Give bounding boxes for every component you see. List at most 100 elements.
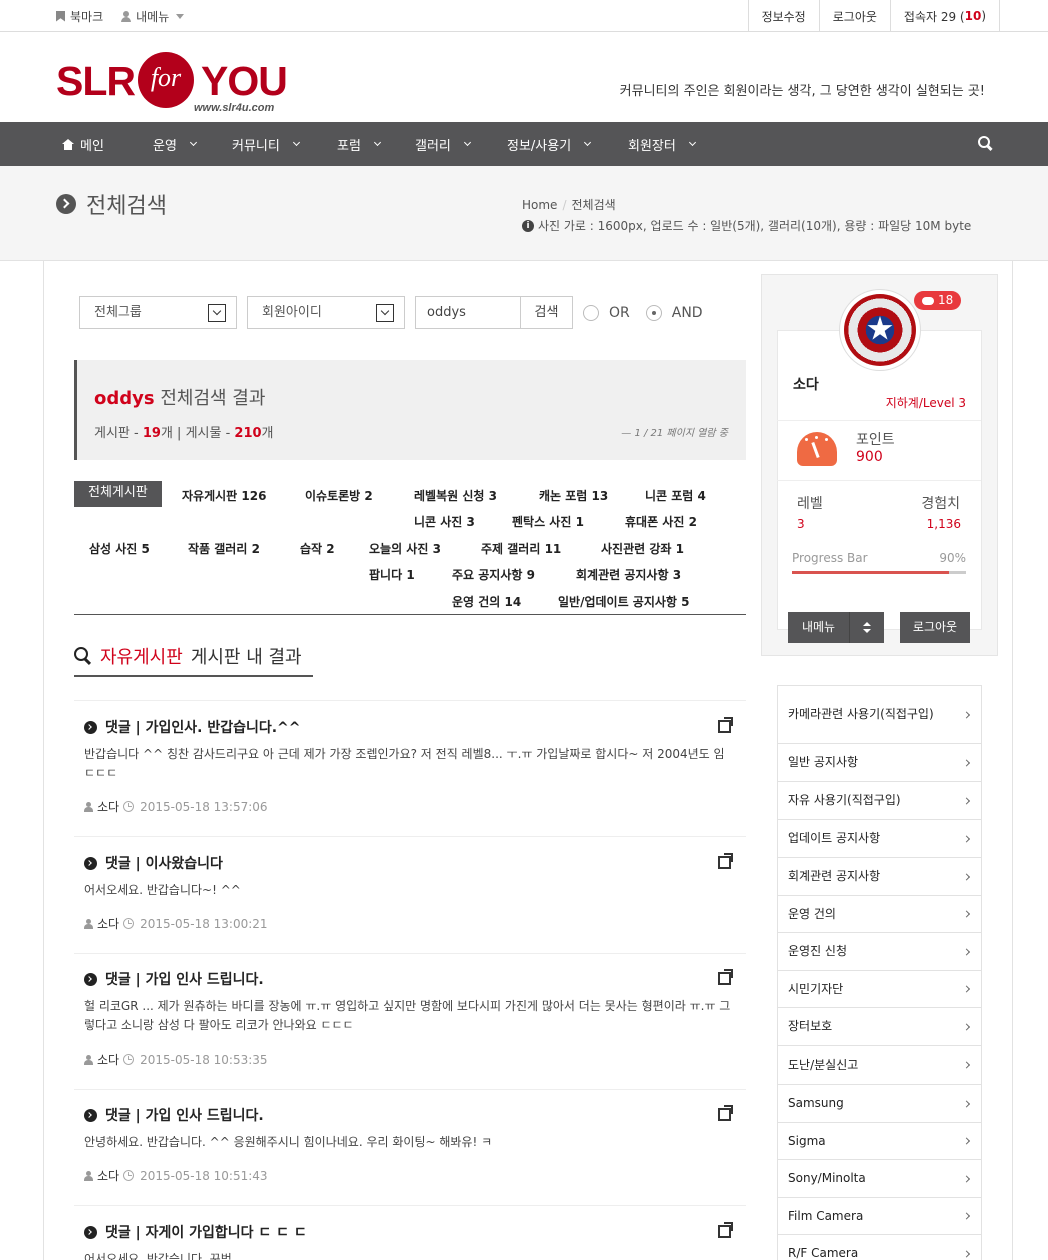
sidebar-menu-item[interactable]: 카메라관련 사용기(직접구입) <box>778 686 981 744</box>
comment-count-badge[interactable]: 18 <box>914 291 962 310</box>
tag-board[interactable]: 레벨복원 신청 3 <box>414 487 497 504</box>
and-radio[interactable]: AND <box>645 304 703 321</box>
search-button[interactable]: 검색 <box>520 296 573 329</box>
sidebar-menu-item[interactable]: 도난/분실신고 <box>778 1046 981 1085</box>
tag-board[interactable]: 사진관련 강좌 1 <box>601 540 684 557</box>
nav-item-forum[interactable]: 포럼 <box>337 122 381 166</box>
logout-button[interactable]: 로그아웃 <box>900 612 970 643</box>
sidebar-menu-item-label: 자유 사용기(직접구입) <box>788 793 901 807</box>
sidebar-menu-item[interactable]: 운영 건의 <box>778 896 981 933</box>
nav-item-community[interactable]: 커뮤니티 <box>232 122 300 166</box>
posts-unit: 개 <box>261 426 274 441</box>
nav-item-info-review[interactable]: 정보/사용기 <box>507 122 592 166</box>
tag-board[interactable]: 습작 2 <box>300 540 335 557</box>
tag-board[interactable]: 이슈토론방 2 <box>305 487 373 504</box>
chevron-down-icon <box>688 138 696 147</box>
sidebar-menu-item[interactable]: Film Camera <box>778 1198 981 1235</box>
comment-count: 18 <box>938 293 954 307</box>
sidebar-menu-item[interactable]: 일반 공지사항 <box>778 744 981 782</box>
tag-board[interactable]: 작품 갤러리 2 <box>188 540 260 557</box>
tag-board[interactable]: 자유게시판 126 <box>182 487 266 504</box>
sidebar-menu-item[interactable]: 자유 사용기(직접구입) <box>778 782 981 820</box>
post-title[interactable]: 댓글 | 가입 인사 드립니다. <box>84 969 264 989</box>
post-author[interactable]: 소다 <box>97 798 119 815</box>
my-menu-button[interactable]: 내메뉴 <box>788 612 884 643</box>
tag-board[interactable]: 휴대폰 사진 2 <box>625 513 697 530</box>
sidebar-menu-item-label: Film Camera <box>788 1208 864 1223</box>
open-new-window-button[interactable] <box>718 853 733 869</box>
chevron-down-icon <box>376 304 394 322</box>
tag-board[interactable]: 회계관련 공지사항 3 <box>576 566 681 583</box>
sidebar-menu-item[interactable]: 업데이트 공지사항 <box>778 820 981 858</box>
post-title[interactable]: 댓글 | 가입 인사 드립니다. <box>84 1105 264 1125</box>
nav-item-market[interactable]: 회원장터 <box>628 122 696 166</box>
online-users-link[interactable]: 접속자 29 (10) <box>889 0 1000 32</box>
sidebar-menu-item[interactable]: 운영진 신청 <box>778 933 981 971</box>
section-board-name[interactable]: 자유게시판 <box>100 643 183 669</box>
sidebar-menu-item[interactable]: 시민기자단 <box>778 971 981 1008</box>
bookmark-link[interactable]: 북마크 <box>56 8 103 25</box>
nav-item-main[interactable]: 메인 <box>62 122 104 166</box>
post-author[interactable]: 소다 <box>97 1051 119 1068</box>
chevron-right-icon <box>962 1174 971 1183</box>
open-new-window-button[interactable] <box>718 1222 733 1238</box>
user-icon <box>84 1170 93 1181</box>
open-new-window-button[interactable] <box>718 969 733 985</box>
profile-level-name: 지하계/Level 3 <box>885 396 966 410</box>
field-select[interactable]: 회원아이디 <box>247 296 405 329</box>
tag-board[interactable]: 팝니다 1 <box>369 566 415 583</box>
tag-board[interactable]: 오늘의 사진 3 <box>369 540 441 557</box>
sidebar-menu-item-label: 장터보호 <box>788 1019 833 1033</box>
sidebar-menu-item[interactable]: Samsung <box>778 1085 981 1123</box>
sidebar-menu-item-label: R/F Camera <box>788 1246 859 1260</box>
or-radio[interactable]: OR <box>583 304 630 321</box>
tag-label: 오늘의 사진 <box>369 542 429 556</box>
logout-link[interactable]: 로그아웃 <box>818 0 890 32</box>
post-author[interactable]: 소다 <box>97 1167 119 1184</box>
tag-board[interactable]: 일반/업데이트 공지사항 5 <box>558 593 690 610</box>
mymenu-dropdown[interactable]: 내메뉴 <box>121 8 185 25</box>
chevron-down-icon <box>463 138 471 147</box>
tag-board[interactable]: 운영 건의 14 <box>452 593 521 610</box>
tag-all-boards[interactable]: 전체게시판 <box>74 481 162 507</box>
bookmark-icon <box>56 10 65 22</box>
post-title[interactable]: 댓글 | 자게이 가입합니다 ㄷ ㄷ ㄷ <box>84 1222 307 1242</box>
sidebar-menu-item-label: 운영진 신청 <box>788 944 848 958</box>
sidebar-menu-item-label: 일반 공지사항 <box>788 755 859 769</box>
tag-board[interactable]: 캐논 포럼 13 <box>539 487 608 504</box>
tag-board[interactable]: 주요 공지사항 9 <box>452 566 535 583</box>
tag-label: 운영 건의 <box>452 595 501 609</box>
comments-icon <box>922 296 934 305</box>
post-title[interactable]: 댓글 | 이사왔습니다 <box>84 853 223 873</box>
chevron-down-icon <box>584 138 592 147</box>
breadcrumb-home[interactable]: Home <box>522 198 557 212</box>
tag-board[interactable]: 삼성 사진 5 <box>89 540 150 557</box>
site-logo[interactable]: SLR for YOU www.slr4u.com <box>56 52 296 118</box>
tag-board[interactable]: 주제 갤러리 11 <box>481 540 561 557</box>
avatar[interactable] <box>840 290 920 370</box>
tag-board[interactable]: 니콘 사진 3 <box>414 513 475 530</box>
sidebar-menu-item[interactable]: Sony/Minolta <box>778 1160 981 1198</box>
edit-info-link[interactable]: 정보수정 <box>747 0 819 32</box>
nav-item-operation[interactable]: 운영 <box>153 122 197 166</box>
post-excerpt: 안녕하세요. 반갑습니다. ^^ 응원해주시니 힘이나네요. 우리 화이팅~ 해… <box>84 1135 493 1149</box>
breadcrumb-separator: / <box>562 198 567 212</box>
sidebar-menu-item[interactable]: Sigma <box>778 1123 981 1160</box>
tag-board[interactable]: 니콘 포럼 4 <box>645 487 706 504</box>
user-icon <box>121 10 132 22</box>
tag-board[interactable]: 펜탁스 사진 1 <box>512 513 584 530</box>
group-select[interactable]: 전체그룹 <box>79 296 237 329</box>
sidebar-menu-item[interactable]: R/F Camera <box>778 1235 981 1260</box>
sidebar-menu-item-label: 회계관련 공지사항 <box>788 869 881 883</box>
open-new-window-button[interactable] <box>718 1105 733 1121</box>
post-author[interactable]: 소다 <box>97 915 119 932</box>
sidebar-menu-item[interactable]: 회계관련 공지사항 <box>778 858 981 896</box>
nav-item-gallery[interactable]: 갤러리 <box>415 122 471 166</box>
nav-search-button[interactable] <box>978 136 993 151</box>
search-input[interactable]: oddys <box>415 296 520 329</box>
result-heading: oddys 전체검색 결과 <box>94 384 265 410</box>
post-title[interactable]: 댓글 | 가입인사. 반갑습니다.^^ <box>84 717 301 737</box>
open-new-window-button[interactable] <box>718 717 733 733</box>
section-title-underline <box>74 675 313 677</box>
sidebar-menu-item[interactable]: 장터보호 <box>778 1008 981 1046</box>
